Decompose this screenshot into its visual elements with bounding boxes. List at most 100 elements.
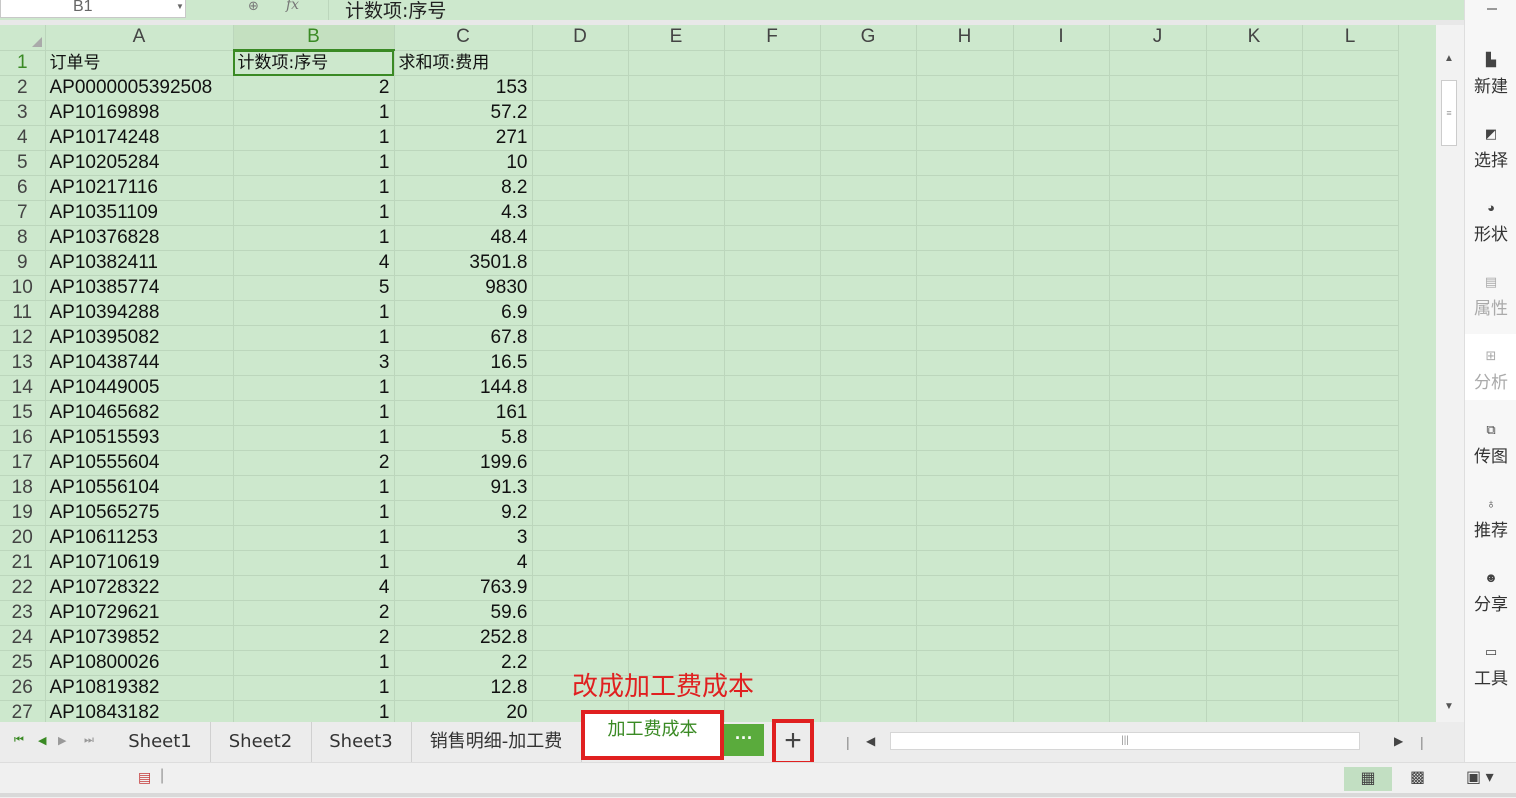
pane-item-share-users[interactable]: ☻ 分享 [1465,556,1516,622]
cell-b[interactable]: 1 [233,150,395,176]
empty-cell[interactable] [532,175,629,201]
empty-cell[interactable] [916,375,1014,401]
empty-cell[interactable] [1206,350,1303,376]
empty-cell[interactable] [532,150,629,176]
empty-cell[interactable] [1206,375,1303,401]
empty-cell[interactable] [628,525,725,551]
row-header[interactable]: 6 [0,175,46,201]
empty-cell[interactable] [628,50,725,76]
row-header[interactable]: 1 [0,50,46,76]
cell-a[interactable]: AP10205284 [45,150,234,176]
cell-c[interactable]: 91.3 [394,475,533,501]
empty-cell[interactable] [1013,525,1110,551]
empty-cell[interactable] [628,275,725,301]
cell-a[interactable]: AP10351109 [45,200,234,226]
zoom-icon[interactable]: ⊕ [248,0,259,14]
empty-cell[interactable] [1206,700,1303,722]
empty-cell[interactable] [724,600,821,626]
empty-cell[interactable] [532,250,629,276]
empty-cell[interactable] [724,175,821,201]
empty-cell[interactable] [628,450,725,476]
empty-cell[interactable] [1109,250,1207,276]
empty-cell[interactable] [916,475,1014,501]
cell-a[interactable]: AP0000005392508 [45,75,234,101]
empty-cell[interactable] [1013,450,1110,476]
empty-cell[interactable] [1302,325,1399,351]
first-sheet-icon[interactable]: ⏮ [14,734,24,747]
empty-cell[interactable] [1109,575,1207,601]
empty-cell[interactable] [1013,250,1110,276]
empty-cell[interactable] [1013,150,1110,176]
cell-c[interactable]: 4 [394,550,533,576]
empty-cell[interactable] [1206,500,1303,526]
cell-a[interactable]: AP10565275 [45,500,234,526]
row-header[interactable]: 7 [0,200,46,226]
empty-cell[interactable] [628,375,725,401]
cell-c[interactable]: 144.8 [394,375,533,401]
cell-c[interactable]: 48.4 [394,225,533,251]
empty-cell[interactable] [1013,225,1110,251]
empty-cell[interactable] [1302,50,1399,76]
empty-cell[interactable] [628,400,725,426]
row-header[interactable]: 11 [0,300,46,326]
empty-cell[interactable] [1013,175,1110,201]
empty-cell[interactable] [820,100,917,126]
empty-cell[interactable] [1013,475,1110,501]
empty-cell[interactable] [1206,450,1303,476]
column-header-j[interactable]: J [1109,25,1207,51]
empty-cell[interactable] [1013,125,1110,151]
empty-cell[interactable] [1206,525,1303,551]
cell-a[interactable]: AP10556104 [45,475,234,501]
empty-cell[interactable] [820,650,917,676]
cell-c[interactable]: 12.8 [394,675,533,701]
empty-cell[interactable] [1302,700,1399,722]
last-sheet-icon[interactable]: ⏭ [84,734,94,747]
empty-cell[interactable] [1013,425,1110,451]
empty-cell[interactable] [628,150,725,176]
empty-cell[interactable] [1302,600,1399,626]
empty-cell[interactable] [1302,400,1399,426]
cell-b[interactable]: 4 [233,250,395,276]
scroll-down-icon[interactable]: ▼ [1444,701,1454,712]
empty-cell[interactable] [1302,150,1399,176]
column-header-f[interactable]: F [724,25,821,51]
row-header[interactable]: 23 [0,600,46,626]
empty-cell[interactable] [628,475,725,501]
empty-cell[interactable] [724,450,821,476]
empty-cell[interactable] [1302,250,1399,276]
empty-cell[interactable] [724,550,821,576]
pane-item-properties[interactable]: ▤ 属性 [1465,260,1516,326]
row-header[interactable]: 9 [0,250,46,276]
normal-view-icon[interactable]: ▦ [1344,767,1392,791]
empty-cell[interactable] [1109,525,1207,551]
sheet-tab-4[interactable]: 销售明细-加工费 [411,722,582,762]
cell-c[interactable]: 4.3 [394,200,533,226]
empty-cell[interactable] [1302,200,1399,226]
empty-cell[interactable] [1013,350,1110,376]
empty-cell[interactable] [1206,400,1303,426]
empty-cell[interactable] [532,300,629,326]
cell-a[interactable]: AP10394288 [45,300,234,326]
empty-cell[interactable] [916,550,1014,576]
empty-cell[interactable] [1109,475,1207,501]
empty-cell[interactable] [628,550,725,576]
cell-b[interactable]: 1 [233,175,395,201]
empty-cell[interactable] [1302,100,1399,126]
cell-b[interactable]: 1 [233,550,395,576]
empty-cell[interactable] [1302,500,1399,526]
cell-c[interactable]: 763.9 [394,575,533,601]
empty-cell[interactable] [1206,300,1303,326]
empty-cell[interactable] [916,525,1014,551]
empty-cell[interactable] [724,275,821,301]
empty-cell[interactable] [916,250,1014,276]
empty-cell[interactable] [628,175,725,201]
empty-cell[interactable] [724,525,821,551]
empty-cell[interactable] [820,575,917,601]
empty-cell[interactable] [916,200,1014,226]
cell-a[interactable]: AP10729621 [45,600,234,626]
empty-cell[interactable] [532,325,629,351]
empty-cell[interactable] [1206,175,1303,201]
empty-cell[interactable] [532,500,629,526]
cell-b[interactable]: 1 [233,700,395,722]
empty-cell[interactable] [724,375,821,401]
